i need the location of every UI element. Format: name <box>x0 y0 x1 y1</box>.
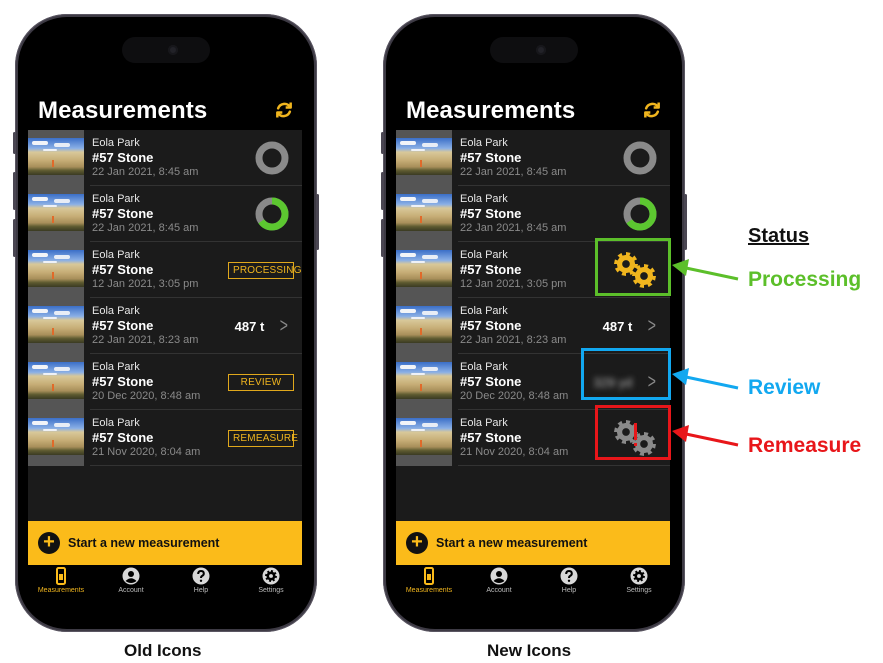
arrow-remeasure <box>672 425 739 447</box>
legend-review: Review <box>748 376 821 399</box>
arrow-processing <box>672 259 739 281</box>
arrow-review <box>672 368 739 390</box>
annotation-arrows <box>672 259 739 447</box>
legend-remeasure: Remeasure <box>748 434 862 457</box>
legend-processing: Processing <box>748 268 862 291</box>
legend-title: Status <box>748 225 810 247</box>
comparison-figure: Measurements Eola Park #57 Stone 22 Jan 20… <box>0 0 883 663</box>
